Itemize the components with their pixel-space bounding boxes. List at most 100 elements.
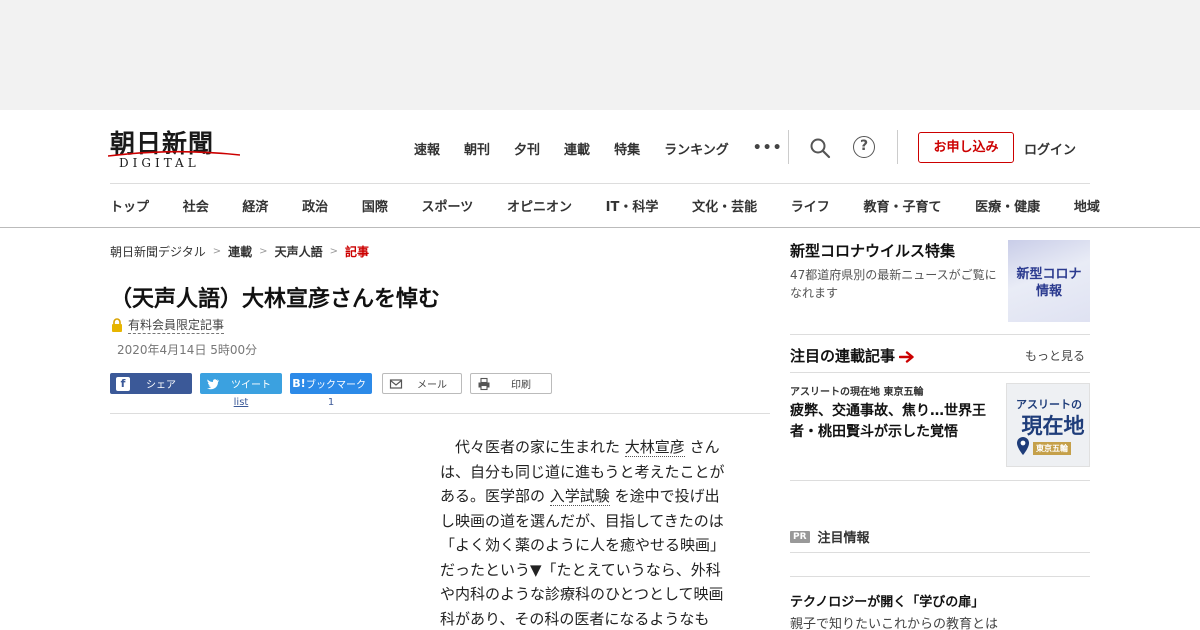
article-divider xyxy=(110,413,770,414)
nav-morning[interactable]: 朝刊 xyxy=(464,139,490,158)
twitter-share-label: ツイート xyxy=(231,380,271,391)
corona-thumb-line1: 新型コロナ xyxy=(1016,267,1082,282)
line-text: や内科のような診療科のひとつとして映画 xyxy=(440,585,724,603)
twitter-share-button[interactable]: ツイート xyxy=(200,373,282,394)
line-text: 科があり、その科の医者になるようなも xyxy=(440,609,710,628)
series-article-title: 疲弊、交通事故、焦り…世界王者・桃田賢斗が示した覚悟 xyxy=(790,403,986,440)
see-more-link[interactable]: もっと見る xyxy=(1025,347,1085,364)
line-text: は、自分も同じ道に進もうと考えたことが xyxy=(440,462,725,481)
facebook-share-button[interactable]: f シェア xyxy=(110,373,192,394)
category-nav: トップ 社会 経済 政治 国際 スポーツ オピニオン IT・科学 文化・芸能 ラ… xyxy=(110,196,1100,215)
breadcrumb-home[interactable]: 朝日新聞デジタル xyxy=(110,243,206,260)
nav-evening[interactable]: 夕刊 xyxy=(514,139,540,158)
corona-feature-card[interactable]: 新型コロナウイルス特集 47都道府県別の最新ニュースがご覧になれます 新型コロナ… xyxy=(790,240,1090,322)
breadcrumb-series[interactable]: 連載 xyxy=(228,243,252,260)
nav-ranking[interactable]: ランキング xyxy=(664,139,729,158)
line-text: を途中で投げ出 xyxy=(609,487,720,505)
breadcrumb-separator: > xyxy=(212,246,222,257)
category-opinion[interactable]: オピニオン xyxy=(507,196,572,215)
ad-banner-area xyxy=(0,0,1200,110)
arrow-right-icon xyxy=(899,351,914,363)
hatena-bookmark-icon: B! xyxy=(292,377,306,390)
corona-feature-title: 新型コロナウイルス特集 xyxy=(790,242,956,260)
pr-badge: PR xyxy=(790,530,810,543)
sidebar-divider xyxy=(790,372,1090,373)
print-button[interactable]: 印刷 xyxy=(470,373,552,394)
article-line: は、自分も同じ道に進もうと考えたことが xyxy=(440,460,750,485)
category-culture[interactable]: 文化・芸能 xyxy=(692,196,757,215)
signup-button[interactable]: お申し込み xyxy=(918,132,1014,163)
breadcrumb-column[interactable]: 天声人語 xyxy=(275,243,323,260)
article-line: し映画の道を選んだが、目指してきたのは xyxy=(440,509,750,534)
hatena-count[interactable]: 1 xyxy=(290,397,372,408)
paid-member-badge[interactable]: 有料会員限定記事 xyxy=(111,316,225,334)
series-article-card[interactable]: アスリートの現在地 東京五輪 疲弊、交通事故、焦り…世界王者・桃田賢斗が示した覚… xyxy=(790,383,1090,467)
hatena-bookmark-button[interactable]: B! ブックマーク xyxy=(290,373,372,394)
help-icon[interactable]: ? xyxy=(853,136,875,158)
breadcrumb: 朝日新聞デジタル > 連載 > 天声人語 > 記事 xyxy=(110,243,369,260)
top-nav: 速報 朝刊 夕刊 連載 特集 ランキング ••• xyxy=(414,138,783,158)
category-education[interactable]: 教育・子育て xyxy=(863,196,941,215)
category-politics[interactable]: 政治 xyxy=(302,196,328,215)
article-line: 科があり、その科の医者になるようなも xyxy=(440,607,750,630)
print-label: 印刷 xyxy=(511,380,531,391)
keyword-link[interactable]: 大林宣彦 xyxy=(624,438,685,457)
athlete-series-thumbnail: アスリートの 現在地 東京五輪 xyxy=(1006,383,1090,467)
line-text: さん xyxy=(684,438,720,456)
printer-icon xyxy=(478,377,490,390)
login-link[interactable]: ログイン xyxy=(1024,139,1076,158)
header-divider xyxy=(788,130,789,164)
sidebar-divider xyxy=(790,480,1090,481)
pr-article-title[interactable]: テクノロジーが開く「学びの扉」 xyxy=(790,591,984,610)
series-kicker: アスリートの現在地 東京五輪 xyxy=(790,387,924,398)
sidebar-divider xyxy=(790,576,1090,577)
category-economy[interactable]: 経済 xyxy=(242,196,268,215)
logo-subtitle: DIGITAL xyxy=(119,156,200,170)
category-international[interactable]: 国際 xyxy=(362,196,388,215)
sidebar-divider xyxy=(790,334,1090,335)
article-title: （天声人語）大林宣彦さんを悼む xyxy=(110,287,441,312)
category-top[interactable]: トップ xyxy=(110,196,149,215)
nav-divider xyxy=(110,183,1090,184)
category-it-science[interactable]: IT・科学 xyxy=(606,196,659,215)
corona-thumb-line2: 情報 xyxy=(1035,284,1062,299)
pr-article-subtitle[interactable]: 親子で知りたいこれからの教育とは xyxy=(790,613,998,630)
mail-share-button[interactable]: メール xyxy=(382,373,462,394)
corona-thumbnail: 新型コロナ 情報 xyxy=(1008,240,1090,322)
asahi-digital-logo[interactable]: 朝日新聞 DIGITAL xyxy=(108,124,242,170)
breadcrumb-current: 記事 xyxy=(344,245,369,259)
breadcrumb-separator: > xyxy=(329,246,338,257)
header-divider xyxy=(897,130,898,164)
more-menu-icon[interactable]: ••• xyxy=(753,140,783,156)
article-line: 「よく効く薬のように人を癒やせる映画」 xyxy=(440,533,750,558)
line-text: 代々医者の家に生まれた xyxy=(440,438,625,456)
hatena-bookmark-label: ブックマーク xyxy=(306,380,366,391)
map-pin-icon xyxy=(1017,437,1029,455)
featured-series-heading[interactable]: 注目の連載記事 xyxy=(790,345,915,366)
twitter-count[interactable]: list xyxy=(200,397,282,408)
category-health[interactable]: 医療・健康 xyxy=(975,196,1040,215)
facebook-share-label: シェア xyxy=(146,380,176,391)
nav-breaking[interactable]: 速報 xyxy=(414,139,440,158)
publish-date: 2020年4月14日 5時00分 xyxy=(117,343,258,357)
sidebar-divider xyxy=(790,552,1090,553)
keyword-link[interactable]: 入学試験 xyxy=(549,487,610,506)
search-icon[interactable] xyxy=(809,137,831,159)
corona-feature-desc: 47都道府県別の最新ニュースがご覧になれます xyxy=(790,268,997,300)
lock-icon xyxy=(112,318,122,332)
article-body: 代々医者の家に生まれた 大林宣彦 さん は、自分も同じ道に進もうと考えたことが … xyxy=(440,435,750,630)
article-line: 代々医者の家に生まれた 大林宣彦 さん xyxy=(440,435,750,460)
pr-label: 注目情報 xyxy=(817,531,870,546)
category-society[interactable]: 社会 xyxy=(183,196,209,215)
article-line: だったという▼「たとえていうなら、外科 xyxy=(440,558,750,583)
nav-features[interactable]: 特集 xyxy=(614,139,640,158)
category-life[interactable]: ライフ xyxy=(791,196,830,215)
facebook-icon: f xyxy=(116,376,130,391)
nav-series[interactable]: 連載 xyxy=(564,139,590,158)
category-local[interactable]: 地域 xyxy=(1074,196,1100,215)
line-text: ある。医学部の xyxy=(440,487,550,505)
paid-member-label: 有料会員限定記事 xyxy=(128,318,225,334)
category-sports[interactable]: スポーツ xyxy=(422,196,474,215)
site-header: 朝日新聞 DIGITAL 速報 朝刊 夕刊 連載 特集 ランキング ••• ? … xyxy=(0,110,1200,228)
mail-icon xyxy=(389,378,403,389)
